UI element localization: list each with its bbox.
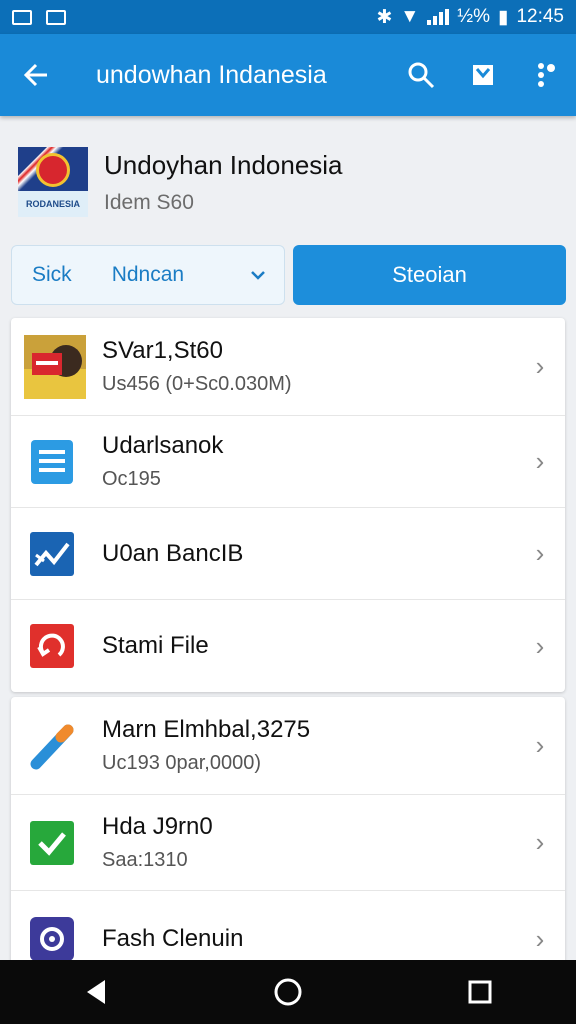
list-item-title: Marn Elmhbal,3275 bbox=[102, 716, 311, 743]
profile-name: Undoyhan Indonesia bbox=[104, 149, 343, 180]
status-bar: ✱ ▼ ½% ▮ 12:45 bbox=[0, 0, 576, 34]
home-circle-icon bbox=[274, 978, 302, 1006]
bookmark-icon bbox=[473, 65, 493, 85]
nav-home-button[interactable] bbox=[258, 960, 318, 1024]
list-item[interactable]: Marn Elmhbal,3275 Uc193 0par,0000) › bbox=[11, 697, 565, 795]
list-item-title: Fash Clenuin bbox=[102, 925, 244, 952]
list-item-subtitle: Uc193 0par,0000) bbox=[102, 752, 262, 774]
list-item-title: Hda J9rn0 bbox=[102, 813, 213, 840]
chevron-right-icon: › bbox=[535, 730, 545, 760]
chart-icon bbox=[28, 530, 76, 578]
app-bar: undowhan Indanesia bbox=[0, 34, 576, 116]
list-item-title: Stami File bbox=[102, 632, 209, 659]
filter-dropdown[interactable]: Sick Ndncan bbox=[11, 245, 285, 305]
nav-back-button[interactable] bbox=[66, 960, 126, 1024]
profile-subtitle: Idem S60 bbox=[104, 190, 194, 214]
notification-icon bbox=[46, 9, 66, 25]
chevron-right-icon: › bbox=[535, 446, 545, 476]
list-item[interactable]: U0an BancIB › bbox=[11, 508, 565, 600]
chevron-right-icon: › bbox=[535, 538, 545, 568]
primary-action-button[interactable]: Steoian bbox=[293, 245, 566, 305]
refresh-file-icon bbox=[28, 622, 76, 670]
recents-square-icon bbox=[468, 980, 492, 1004]
list-item-title: SVar1,St60 bbox=[102, 337, 223, 364]
battery-icon: ▮ bbox=[497, 6, 509, 28]
more-vertical-icon bbox=[538, 63, 555, 87]
dropdown-prefix: Sick bbox=[32, 263, 72, 286]
list-item[interactable]: SVar1,St60 Us456 (0+Sc0.030M) › bbox=[11, 318, 565, 416]
list-item-subtitle: Saa:1310 bbox=[102, 849, 188, 871]
clock: 12:45 bbox=[516, 6, 564, 27]
list-item-subtitle: Oc195 bbox=[102, 468, 161, 490]
list-item-title: Udarlsanok bbox=[102, 432, 224, 459]
chevron-right-icon: › bbox=[535, 923, 545, 954]
signal-icon bbox=[427, 9, 450, 25]
chevron-down-icon bbox=[251, 271, 265, 280]
list-item-subtitle: Us456 (0+Sc0.030M) bbox=[102, 373, 292, 395]
battery-percent: ½% bbox=[457, 6, 490, 27]
bookmark-button[interactable] bbox=[452, 34, 514, 116]
thumbnail-image-icon bbox=[24, 334, 86, 399]
flag-label: RODANESIA bbox=[18, 191, 88, 217]
search-icon bbox=[408, 62, 435, 89]
profile-header: RODANESIA Undoyhan Indonesia Idem S60 bbox=[18, 146, 558, 218]
dropdown-value: Ndncan bbox=[111, 263, 185, 286]
list-item-title: U0an BancIB bbox=[102, 539, 244, 567]
search-button[interactable] bbox=[390, 34, 452, 116]
overflow-menu-button[interactable] bbox=[514, 34, 576, 116]
back-button[interactable] bbox=[0, 34, 72, 116]
pen-icon bbox=[28, 722, 76, 770]
wifi-icon: ▼ bbox=[400, 6, 420, 27]
nav-recents-button[interactable] bbox=[450, 960, 510, 1024]
target-icon bbox=[28, 915, 76, 963]
flag-logo: RODANESIA bbox=[18, 147, 88, 217]
check-icon bbox=[28, 819, 76, 867]
app-title: undowhan Indanesia bbox=[96, 60, 327, 89]
list-card: Marn Elmhbal,3275 Uc193 0par,0000) › Hda… bbox=[11, 697, 565, 987]
list-item[interactable]: Udarlsanok Oc195 › bbox=[11, 416, 565, 508]
document-icon bbox=[28, 438, 76, 486]
back-triangle-icon bbox=[87, 980, 105, 1004]
system-nav-bar bbox=[0, 960, 576, 1024]
chevron-right-icon: › bbox=[535, 827, 545, 857]
list-card: SVar1,St60 Us456 (0+Sc0.030M) › Udarlsan… bbox=[11, 318, 565, 692]
list-item[interactable]: Stami File › bbox=[11, 600, 565, 692]
chevron-right-icon: › bbox=[535, 351, 545, 381]
notification-icon bbox=[12, 9, 32, 25]
bluetooth-icon: ✱ bbox=[376, 6, 393, 28]
arrow-left-icon bbox=[23, 63, 47, 87]
list-item[interactable]: Hda J9rn0 Saa:1310 › bbox=[11, 795, 565, 891]
chevron-right-icon: › bbox=[535, 630, 545, 661]
